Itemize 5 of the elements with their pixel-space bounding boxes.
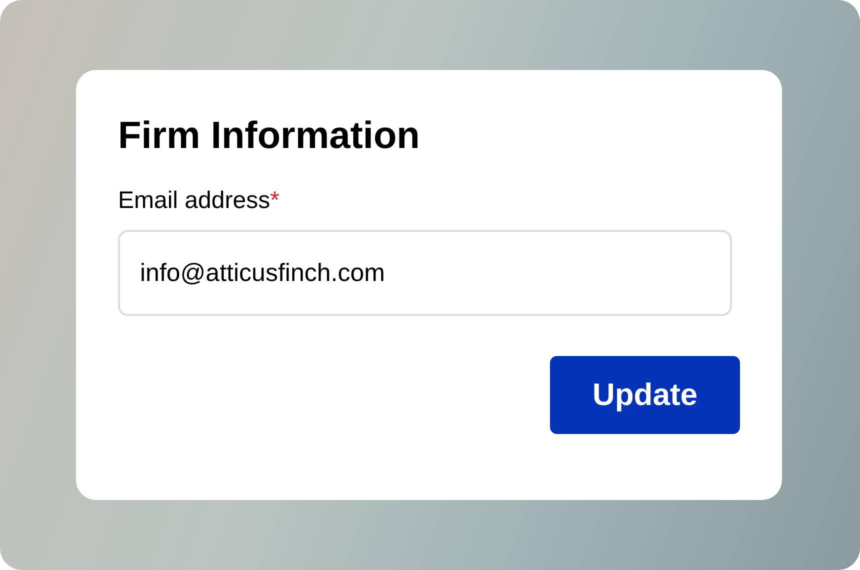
- field-label: Email address: [118, 186, 270, 216]
- card-title: Firm Information: [118, 114, 420, 159]
- update-button[interactable]: Update: [550, 356, 740, 434]
- email-field[interactable]: info@atticusfinch.com: [118, 230, 732, 316]
- required-mark: *: [270, 186, 280, 216]
